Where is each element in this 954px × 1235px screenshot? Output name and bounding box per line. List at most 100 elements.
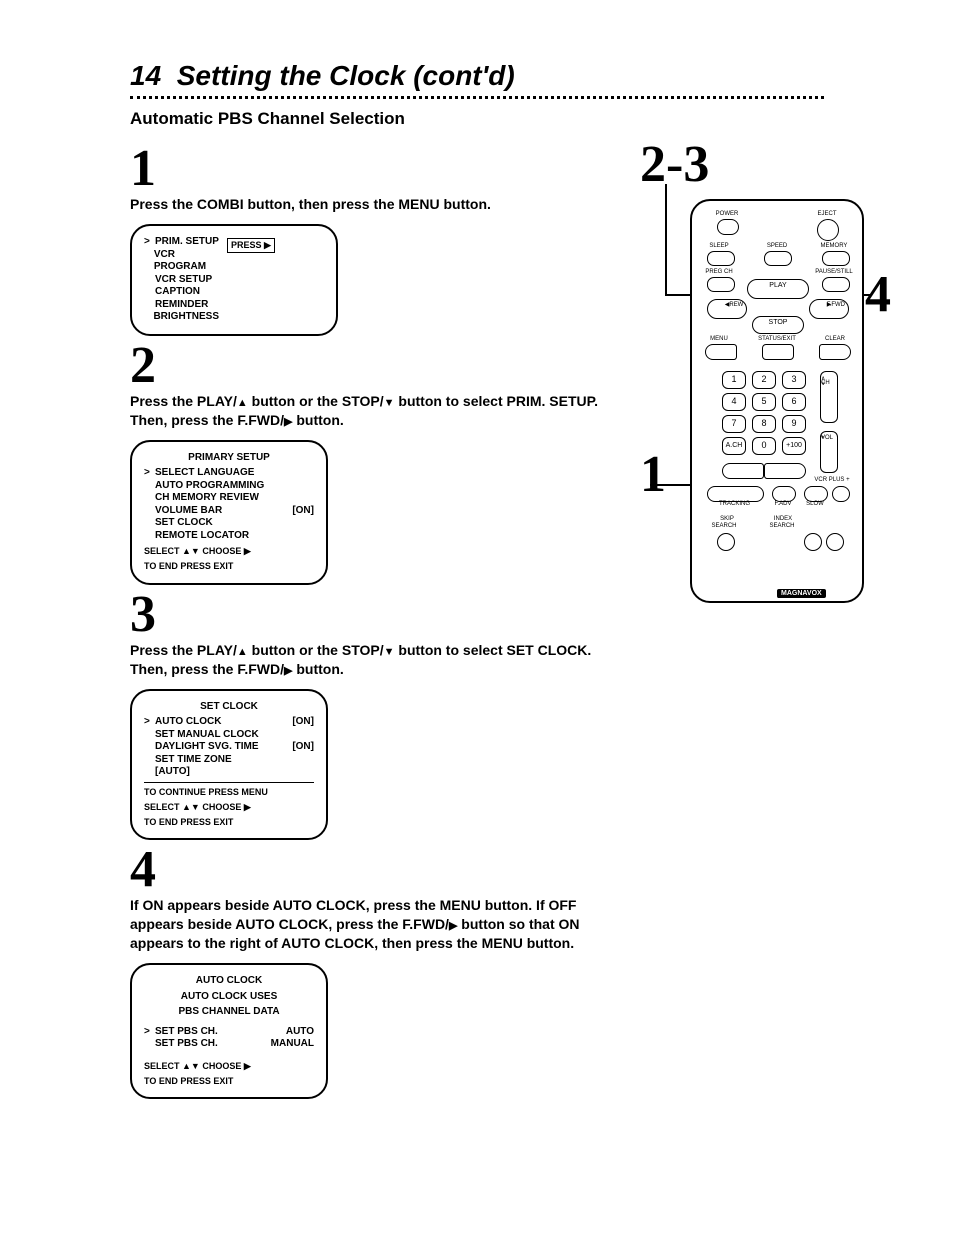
leader-line bbox=[665, 184, 667, 294]
osd3-item: SET TIME ZONE bbox=[155, 754, 314, 767]
subtitle: Automatic PBS Channel Selection bbox=[130, 109, 914, 129]
num-0-button[interactable]: 0 bbox=[752, 437, 776, 455]
step-3-number: 3 bbox=[130, 593, 610, 637]
tag-1: 1 bbox=[640, 449, 666, 501]
osd1-item: PRIM. SETUP bbox=[155, 236, 219, 249]
osd2-footer: SELECT ▲▼ CHOOSE ▶ bbox=[144, 546, 314, 557]
osd4-footer: TO END PRESS EXIT bbox=[144, 1076, 314, 1087]
num-9-button[interactable]: 9 bbox=[782, 415, 806, 433]
osd4-title: AUTO CLOCK bbox=[144, 975, 314, 988]
statusexit-label: STATUS/EXIT bbox=[754, 336, 800, 342]
osd1-item: CAPTION bbox=[155, 286, 200, 299]
rew-button[interactable]: ◀ REW bbox=[707, 299, 747, 319]
step-4-text: If ON appears beside AUTO CLOCK, press t… bbox=[130, 896, 610, 953]
ch-rocker[interactable]: ∧CH∨ bbox=[820, 371, 838, 423]
triangle-down-icon bbox=[384, 393, 395, 409]
osd2-footer: TO END PRESS EXIT bbox=[144, 561, 314, 572]
osd4-sub: PBS CHANNEL DATA bbox=[144, 1006, 314, 1019]
step-1-number: 1 bbox=[130, 147, 610, 191]
osd4-sub: AUTO CLOCK USES bbox=[144, 991, 314, 1004]
combi-right-button[interactable] bbox=[764, 463, 806, 479]
power-label: POWER bbox=[712, 211, 742, 217]
osd2-val: [ON] bbox=[278, 505, 314, 518]
num-7-button[interactable]: 7 bbox=[722, 415, 746, 433]
pregch-button[interactable] bbox=[707, 277, 735, 292]
pausestill-button[interactable] bbox=[822, 277, 850, 292]
tracking-button[interactable] bbox=[707, 486, 764, 502]
num-5-button[interactable]: 5 bbox=[752, 393, 776, 411]
fadv-label: F.ADV bbox=[768, 501, 798, 507]
tracking-label: TRACKING bbox=[712, 501, 757, 507]
sleep-button[interactable] bbox=[707, 251, 735, 266]
left-column: 1 Press the COMBI button, then press the… bbox=[130, 139, 610, 1107]
clear-button[interactable] bbox=[819, 344, 851, 360]
step-2-number: 2 bbox=[130, 344, 610, 388]
press-button-box: PRESS ▶ bbox=[227, 238, 275, 253]
leader-line bbox=[650, 484, 695, 486]
slow-plus-button[interactable] bbox=[832, 486, 850, 502]
fadv-button[interactable] bbox=[772, 486, 796, 502]
num-1-button[interactable]: 1 bbox=[722, 371, 746, 389]
osd3-val: [ON] bbox=[278, 716, 314, 729]
osd3-item: SET MANUAL CLOCK bbox=[155, 729, 314, 742]
osd-4: AUTO CLOCK AUTO CLOCK USES PBS CHANNEL D… bbox=[130, 963, 328, 1099]
osd-3: SET CLOCK >AUTO CLOCK[ON] SET MANUAL CLO… bbox=[130, 689, 328, 841]
osd1-item: REMINDER bbox=[155, 299, 208, 312]
tag-2-3: 2-3 bbox=[640, 139, 709, 191]
osd2-item: SELECT LANGUAGE bbox=[155, 467, 314, 480]
eject-label: EJECT bbox=[812, 211, 842, 217]
menu-button[interactable] bbox=[705, 344, 737, 360]
plus100-button[interactable]: +100 bbox=[782, 437, 806, 455]
osd1-item: VCR PROGRAM bbox=[154, 249, 219, 274]
remote-control: POWER EJECT SLEEP SPEED MEMORY PREG CH P… bbox=[690, 199, 864, 603]
ffwd-button[interactable]: F.FWD ▶ bbox=[809, 299, 849, 319]
num-6-button[interactable]: 6 bbox=[782, 393, 806, 411]
osd2-item: AUTO PROGRAMMING bbox=[155, 480, 314, 493]
osd1-item: VCR SETUP bbox=[155, 274, 212, 287]
osd-2: PRIMARY SETUP >SELECT LANGUAGE AUTO PROG… bbox=[130, 440, 328, 585]
skip-label: SKIP bbox=[712, 516, 742, 522]
right-column: 2-3 4 1 POWER EJECT SLEEP SPEED MEMORY P… bbox=[640, 139, 910, 149]
sleep-label: SLEEP bbox=[704, 243, 734, 249]
osd-1: >PRIM. SETUP VCR PROGRAM VCR SETUP CAPTI… bbox=[130, 224, 338, 336]
osd3-title: SET CLOCK bbox=[144, 701, 314, 714]
speed-label: SPEED bbox=[762, 243, 792, 249]
slow-label: SLOW bbox=[800, 501, 830, 507]
osd4-item: SET PBS CH. bbox=[155, 1026, 261, 1039]
osd3-footer: TO END PRESS EXIT bbox=[144, 817, 314, 828]
ach-button[interactable]: A.CH bbox=[722, 437, 746, 455]
slow-button[interactable] bbox=[804, 486, 828, 502]
pausestill-label: PAUSE/STILL bbox=[814, 269, 854, 275]
search-label: SEARCH bbox=[707, 523, 741, 529]
combi-left-button[interactable] bbox=[722, 463, 764, 479]
brand-box: MAGNAVOX bbox=[777, 589, 826, 598]
index-search-button-b[interactable] bbox=[826, 533, 844, 551]
statusexit-button[interactable] bbox=[762, 344, 794, 360]
osd2-item: REMOTE LOCATOR bbox=[155, 530, 314, 543]
num-2-button[interactable]: 2 bbox=[752, 371, 776, 389]
num-4-button[interactable]: 4 bbox=[722, 393, 746, 411]
num-3-button[interactable]: 3 bbox=[782, 371, 806, 389]
index-search-button-a[interactable] bbox=[804, 533, 822, 551]
osd3-item: AUTO CLOCK bbox=[155, 716, 275, 729]
power-button[interactable] bbox=[717, 219, 739, 235]
osd4-val: AUTO bbox=[264, 1026, 314, 1039]
pregch-label: PREG CH bbox=[702, 269, 736, 275]
eject-button[interactable] bbox=[817, 219, 839, 241]
stop-button[interactable]: STOP bbox=[752, 316, 804, 334]
osd2-item: CH MEMORY REVIEW bbox=[155, 492, 314, 505]
memory-button[interactable] bbox=[822, 251, 850, 266]
vol-rocker[interactable]: +VOL− bbox=[820, 431, 838, 473]
memory-label: MEMORY bbox=[817, 243, 851, 249]
skip-search-button[interactable] bbox=[717, 533, 735, 551]
osd3-footer: TO CONTINUE PRESS MENU bbox=[144, 787, 314, 798]
dotted-rule bbox=[130, 96, 824, 99]
play-button[interactable]: PLAY bbox=[747, 279, 809, 299]
step-2-text: Press the PLAY/ button or the STOP/ butt… bbox=[130, 392, 610, 430]
num-8-button[interactable]: 8 bbox=[752, 415, 776, 433]
page-title: 14 Setting the Clock (cont'd) bbox=[130, 60, 914, 92]
speed-button[interactable] bbox=[764, 251, 792, 266]
step-3-text: Press the PLAY/ button or the STOP/ butt… bbox=[130, 641, 610, 679]
vcrplus-label: VCR PLUS + bbox=[812, 477, 852, 483]
clear-label: CLEAR bbox=[820, 336, 850, 342]
